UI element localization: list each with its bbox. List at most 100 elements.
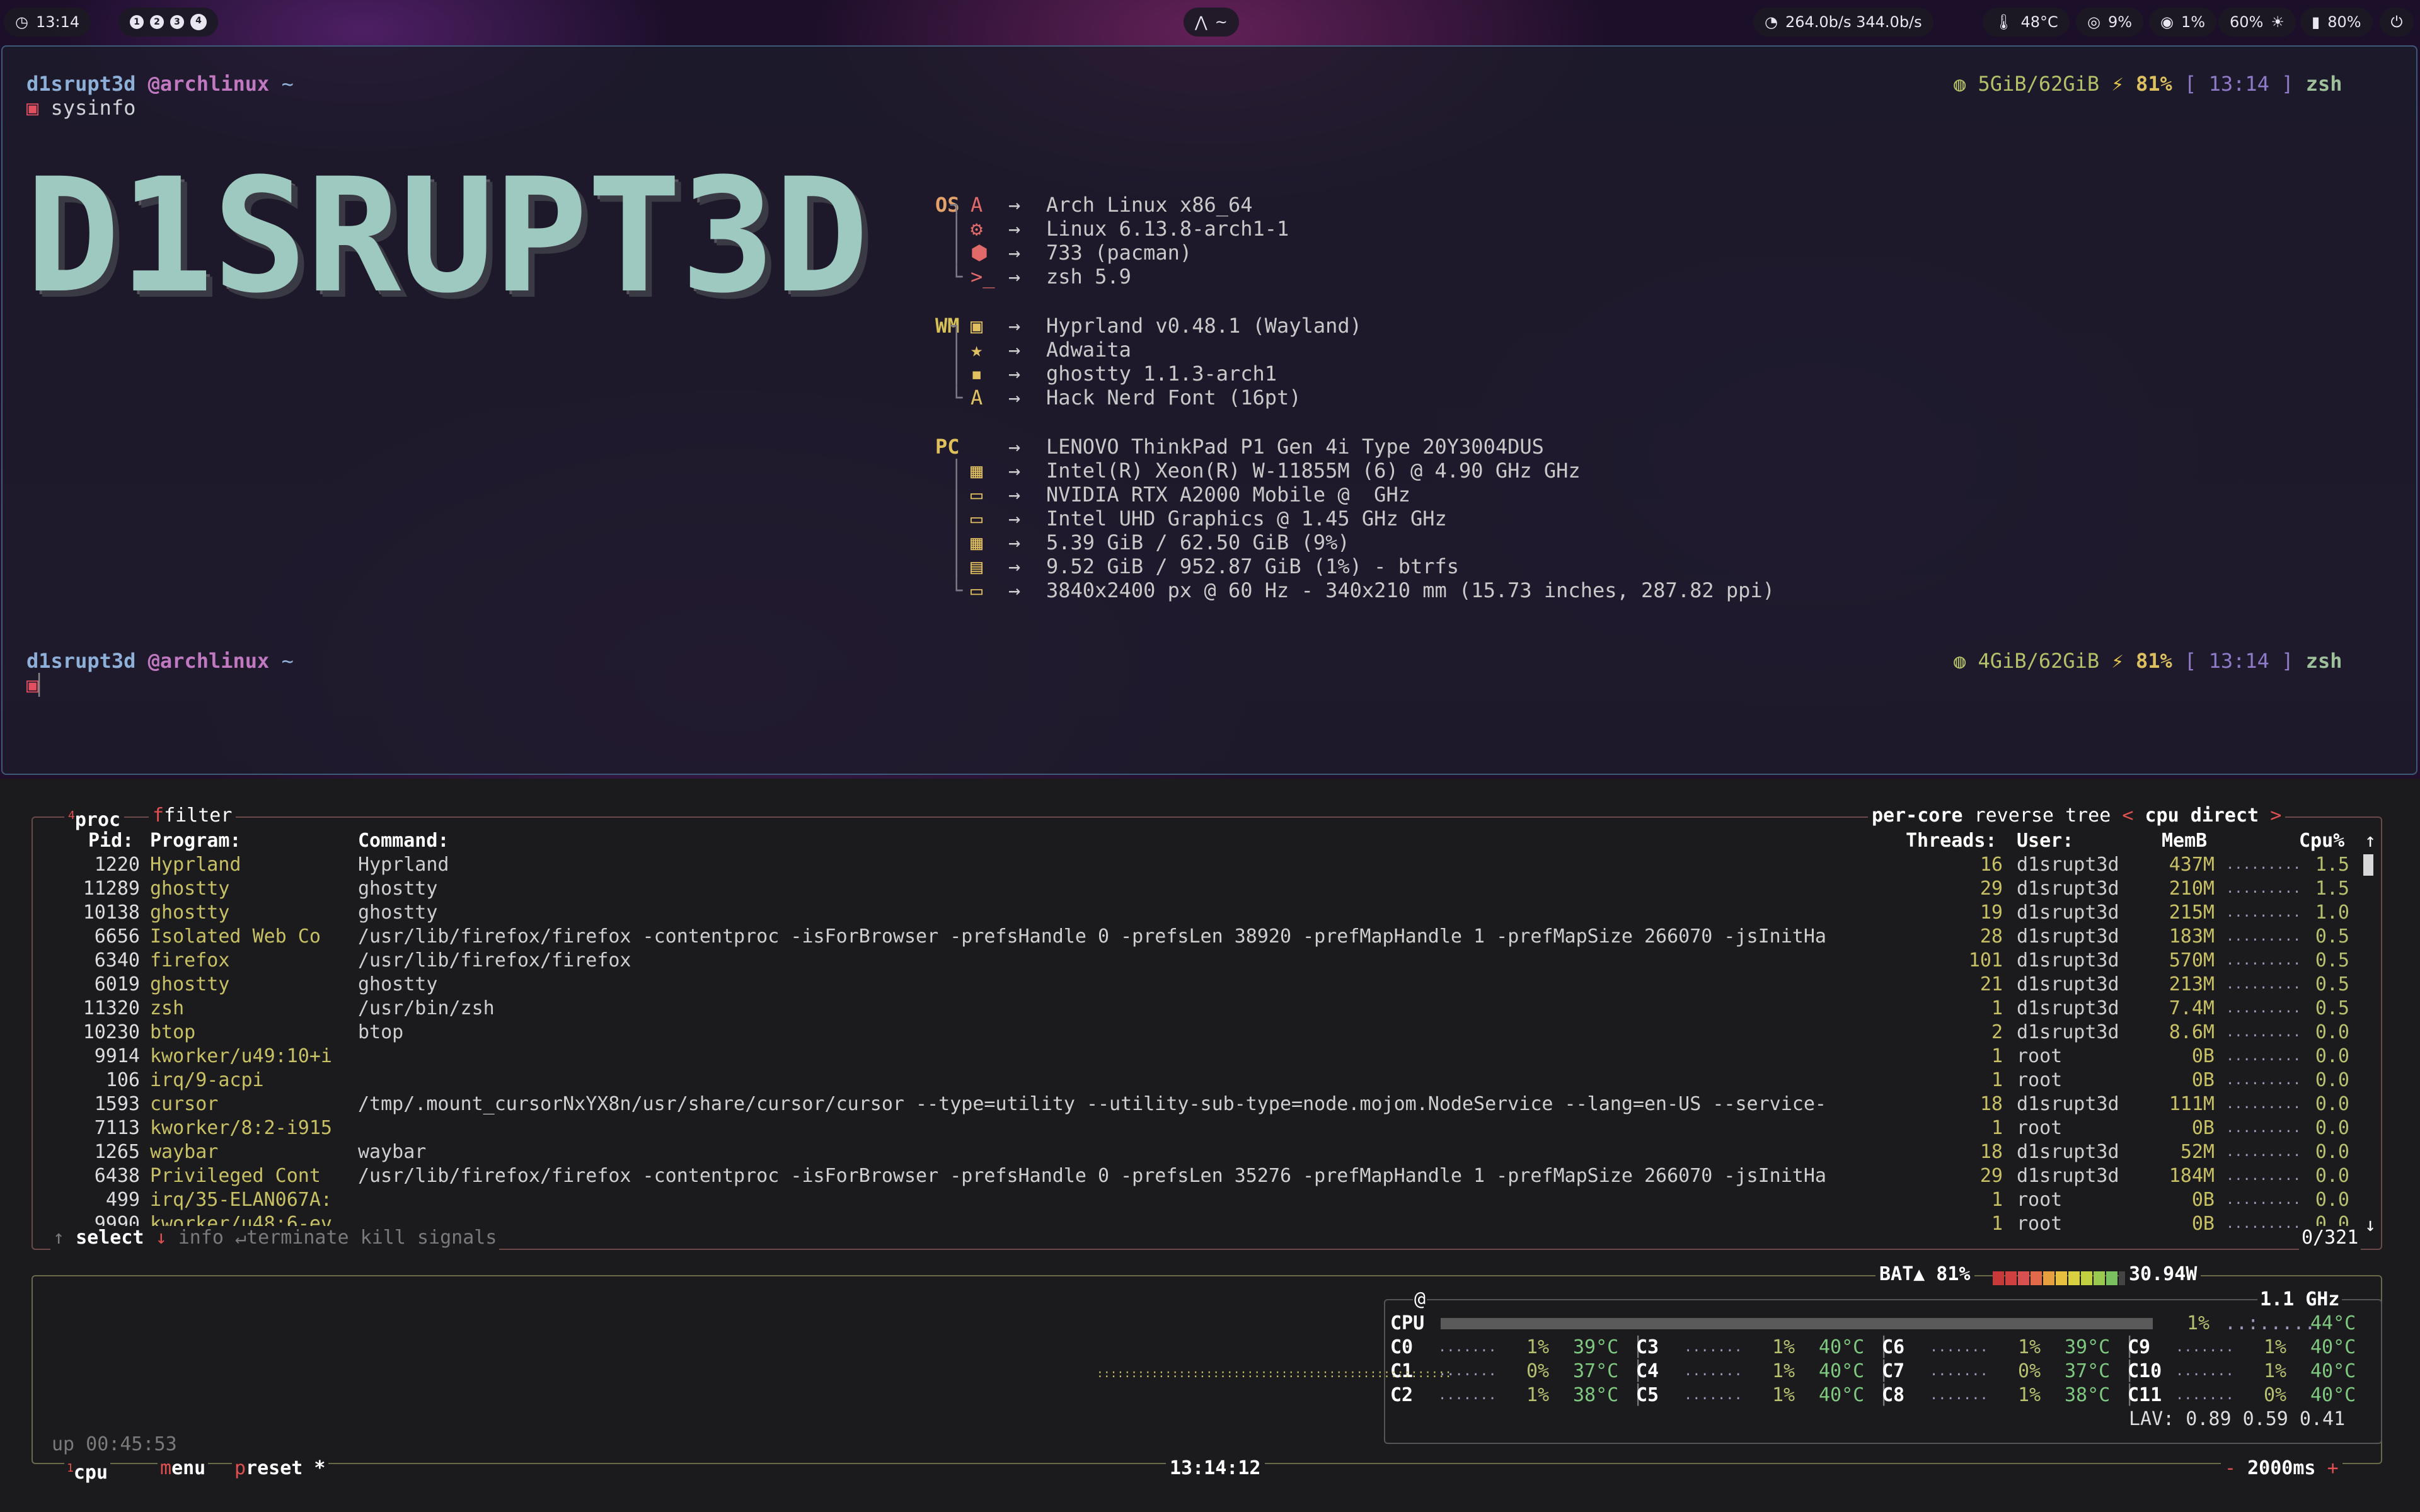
process-cpu: 0.5 <box>2315 949 2349 971</box>
process-program[interactable]: kworker/u49:10+i <box>150 1045 332 1068</box>
process-command[interactable]: Hyprland <box>358 853 1946 877</box>
process-program[interactable]: firefox <box>150 949 229 973</box>
core-name: C4 <box>1636 1360 1659 1382</box>
process-program[interactable]: cursor <box>150 1092 218 1116</box>
tree-toggle[interactable]: tree <box>2065 805 2111 827</box>
proc-footer: ↑ select ↓ info ↵terminate kill signals <box>50 1226 500 1250</box>
temperature-module[interactable]: 🌡︎ 48°C <box>1983 8 2070 37</box>
process-memory: 210M <box>2169 878 2215 900</box>
tree-branch: │ <box>950 338 963 362</box>
cpu-module[interactable]: ◎ 9% <box>2076 8 2144 37</box>
arrow-icon: → <box>1008 314 1021 338</box>
network-module[interactable]: ◔ 264.0b/s 344.0b/s <box>1753 8 1933 37</box>
process-command[interactable]: waybar <box>358 1140 1946 1164</box>
process-program[interactable]: zsh <box>150 997 184 1021</box>
process-program[interactable]: ghostty <box>150 973 229 997</box>
process-command[interactable]: ghostty <box>358 901 1946 925</box>
battery-cell <box>2018 1271 2029 1285</box>
process-program[interactable]: irq/35-ELAN067A: <box>150 1188 332 1212</box>
proc-title[interactable]: 4proc <box>64 804 125 832</box>
signals-button[interactable]: signals <box>417 1227 497 1249</box>
filter-hotkey: f <box>153 805 164 827</box>
process-program[interactable]: Isolated Web Co <box>150 925 321 949</box>
cpu-icon: ◎ <box>2087 13 2100 31</box>
process-command[interactable]: /usr/lib/firefox/firefox -contentproc -i… <box>358 1164 1946 1188</box>
header-threads[interactable]: Threads: <box>1906 829 1997 853</box>
process-command[interactable]: /usr/bin/zsh <box>358 997 1946 1021</box>
launcher-module[interactable]: ⋀ ~ <box>1184 8 1239 37</box>
header-user[interactable]: User: <box>2017 829 2073 853</box>
workspace-4-button[interactable]: 4 <box>190 14 207 30</box>
scrollbar-thumb[interactable] <box>2363 854 2373 876</box>
scroll-down-icon[interactable]: ↓ <box>2365 1213 2376 1237</box>
preset-label: reset * <box>246 1457 326 1479</box>
workspace-3-button[interactable]: 3 <box>170 15 184 29</box>
battery-module[interactable]: ▮ 80% <box>2300 8 2373 37</box>
process-command[interactable]: ghostty <box>358 877 1946 901</box>
btop-clock: 13:14:12 <box>1166 1457 1265 1480</box>
process-threads: 21 <box>1979 973 2003 995</box>
process-cpu: 1.5 <box>2315 854 2349 876</box>
sort-prev-button[interactable]: < <box>2122 805 2133 827</box>
info-value: 733 (pacman) <box>1046 241 1192 265</box>
workspace-1-button[interactable]: 1 <box>130 15 144 29</box>
header-pid[interactable]: Pid: <box>88 829 134 853</box>
per-core-toggle[interactable]: per-core <box>1872 805 1963 827</box>
process-command[interactable]: /tmp/.mount_cursorNxYX8n/usr/share/curso… <box>358 1092 1946 1116</box>
header-program[interactable]: Program: <box>150 829 241 853</box>
reverse-toggle[interactable]: reverse <box>1974 805 2054 827</box>
command-line-2[interactable]: ▣▏ <box>26 673 51 697</box>
select-up-icon[interactable]: ↑ <box>53 1227 64 1249</box>
scroll-up-icon[interactable]: ↑ <box>2365 829 2376 853</box>
interval-decrease[interactable]: - <box>2225 1457 2236 1479</box>
process-program[interactable]: Hyprland <box>150 853 241 877</box>
process-program[interactable]: irq/9-acpi <box>150 1068 264 1092</box>
select-button[interactable]: select <box>76 1227 144 1249</box>
terminate-button[interactable]: terminate <box>246 1227 349 1249</box>
menu-button[interactable]: menu <box>158 1457 209 1480</box>
rprompt-time: 13:14 <box>2208 72 2269 96</box>
header-command[interactable]: Command: <box>358 829 449 853</box>
process-program[interactable]: waybar <box>150 1140 218 1164</box>
process-user: root <box>2017 1213 2063 1235</box>
arrow-icon: → <box>1008 554 1021 578</box>
process-cpu: 0.0 <box>2315 1189 2349 1211</box>
temperature-text: 48°C <box>2020 13 2058 31</box>
header-mem[interactable]: MemB <box>2162 829 2207 853</box>
cpu-tab-label: cpu <box>73 1462 108 1484</box>
brightness-module[interactable]: 60% ☀ <box>2218 8 2296 37</box>
interval-increase[interactable]: + <box>2327 1457 2339 1479</box>
process-program[interactable]: ghostty <box>150 901 229 925</box>
arrow-icon: → <box>1008 241 1021 265</box>
process-user: d1srupt3d <box>2017 1093 2119 1115</box>
process-pid: 1220 <box>94 854 140 876</box>
process-count: 0/321 <box>2299 1226 2361 1250</box>
info-button[interactable]: info <box>178 1227 224 1249</box>
header-cpu[interactable]: Cpu% <box>2299 829 2344 853</box>
process-cpu: 1.5 <box>2315 878 2349 900</box>
process-command[interactable]: /usr/lib/firefox/firefox -contentproc -i… <box>358 925 1946 949</box>
process-program[interactable]: kworker/8:2-i915 <box>150 1116 332 1140</box>
info-value: Hack Nerd Font (16pt) <box>1046 386 1301 410</box>
power-button[interactable]: ⏻ <box>2380 8 2414 37</box>
kill-button[interactable]: kill <box>360 1227 406 1249</box>
process-command[interactable]: /usr/lib/firefox/firefox <box>358 949 1946 973</box>
core-temp: 40°C <box>2310 1336 2356 1358</box>
workspace-2-button[interactable]: 2 <box>150 15 164 29</box>
clock-module[interactable]: ◷ 13:14 <box>4 8 91 37</box>
cpu-tab[interactable]: 1cpu <box>64 1457 111 1485</box>
sort-next-button[interactable]: > <box>2270 805 2281 827</box>
select-down-icon[interactable]: ↓ <box>156 1227 167 1249</box>
process-command[interactable]: ghostty <box>358 973 1946 997</box>
process-program[interactable]: btop <box>150 1021 195 1045</box>
process-program[interactable]: ghostty <box>150 877 229 901</box>
filter-button[interactable]: ffilter <box>149 804 236 828</box>
process-command[interactable]: btop <box>358 1021 1946 1045</box>
process-program[interactable]: Privileged Cont <box>150 1164 321 1188</box>
memory-module[interactable]: ◉ 1% <box>2149 8 2217 37</box>
cpu-tab-num: 1 <box>67 1462 74 1475</box>
clock-text: 13:14 <box>35 13 80 31</box>
preset-button[interactable]: preset * <box>232 1457 328 1480</box>
core-graph: ....... <box>1684 1339 1743 1355</box>
process-cpu-graph: ......... <box>2226 1216 2302 1232</box>
